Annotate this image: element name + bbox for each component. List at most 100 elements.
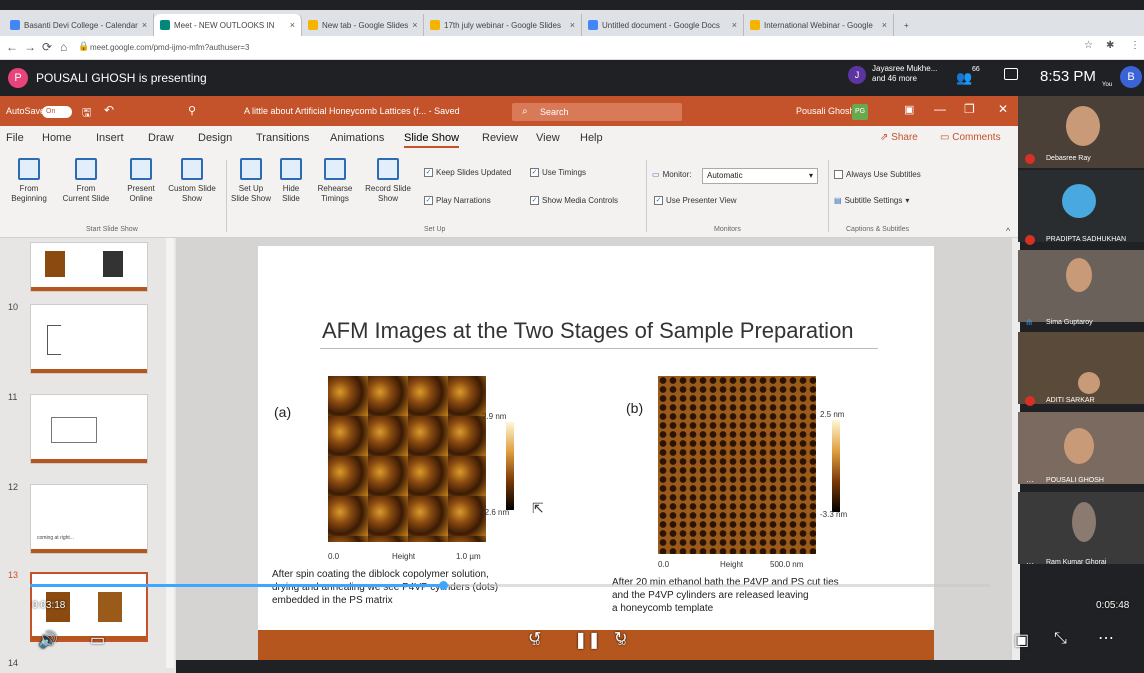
close-tab-icon[interactable]: ×: [882, 20, 887, 30]
close-icon[interactable]: ✕: [998, 102, 1008, 116]
tab-help[interactable]: Help: [580, 132, 603, 144]
present-online-button[interactable]: Present Online: [118, 158, 164, 204]
setup-slideshow-button[interactable]: Set Up Slide Show: [230, 158, 272, 204]
show-media-controls-checkbox[interactable]: ✓ Show Media Controls: [530, 196, 618, 205]
participant-tile[interactable]: [1018, 332, 1144, 404]
browser-tab[interactable]: Meet - NEW OUTLOOKS IN ×: [154, 14, 302, 36]
thumbnail-slide-11[interactable]: [30, 394, 148, 464]
more-icon[interactable]: ···: [1026, 477, 1034, 486]
checkbox-checked-icon: ✓: [424, 196, 433, 205]
caption-a: After spin coating the diblock copolymer…: [272, 568, 498, 607]
undo-icon[interactable]: ↶: [104, 103, 114, 117]
record-slideshow-button[interactable]: Record Slide Show: [360, 158, 416, 204]
tab-view[interactable]: View: [536, 132, 560, 144]
use-timings-checkbox[interactable]: ✓ Use Timings: [530, 168, 586, 177]
more-options-icon[interactable]: ⋯: [1098, 628, 1114, 648]
minimize-icon[interactable]: —: [934, 102, 946, 116]
custom-show-button[interactable]: Custom Slide Show: [164, 158, 220, 204]
video-progress-fill: [30, 584, 443, 587]
always-subtitles-checkbox[interactable]: Always Use Subtitles: [834, 170, 921, 179]
rehearse-label-1: Rehearse: [317, 184, 353, 193]
captions-icon[interactable]: ▭: [90, 630, 105, 650]
participant-tile[interactable]: [1018, 250, 1144, 322]
chat-icon[interactable]: [1004, 68, 1018, 80]
document-title[interactable]: A little about Artificial Honeycomb Latt…: [244, 106, 460, 116]
from-beginning-button[interactable]: From Beginning: [4, 158, 54, 204]
back-arrow-icon[interactable]: ←: [6, 40, 18, 54]
share-button[interactable]: ⇗ Share: [880, 132, 918, 143]
volume-icon[interactable]: 🔊: [38, 630, 58, 650]
caption-a-line: After spin coating the diblock copolymer…: [272, 569, 489, 580]
thumbnail-scrollbar[interactable]: [166, 238, 174, 668]
hide-slide-button[interactable]: Hide Slide: [274, 158, 308, 204]
browser-tab[interactable]: New tab - Google Slides ×: [302, 14, 424, 36]
reload-icon[interactable]: ⟳: [42, 40, 52, 54]
presenter-view-checkbox[interactable]: ✓ Use Presenter View: [654, 196, 737, 205]
close-tab-icon[interactable]: ×: [732, 20, 737, 30]
close-tab-icon[interactable]: ×: [142, 20, 147, 30]
more-icon[interactable]: ···: [1026, 559, 1034, 568]
maximize-icon[interactable]: ❐: [964, 102, 975, 116]
play-narrations-checkbox[interactable]: ✓ Play Narrations: [424, 196, 491, 205]
speaking-icon: ılı: [1026, 318, 1033, 327]
new-tab-button[interactable]: +: [898, 14, 915, 36]
extensions-icon[interactable]: ✱: [1106, 40, 1114, 51]
from-current-button[interactable]: From Current Slide: [58, 158, 114, 204]
exit-fullscreen-icon[interactable]: ⤡: [1054, 630, 1067, 648]
tab-transitions[interactable]: Transitions: [256, 132, 309, 144]
autosave-toggle[interactable]: On: [42, 106, 72, 118]
forward-arrow-icon[interactable]: →: [24, 40, 36, 54]
customize-icon[interactable]: ⚲: [188, 104, 196, 117]
rehearse-timings-button[interactable]: Rehearse Timings: [310, 158, 360, 204]
menu-dots-icon[interactable]: ⋮: [1130, 40, 1140, 51]
people-icon[interactable]: 👥: [956, 70, 972, 86]
self-avatar[interactable]: B: [1120, 66, 1142, 88]
tab-slide-show[interactable]: Slide Show: [404, 132, 460, 148]
participant-tile[interactable]: [1018, 412, 1144, 484]
close-tab-icon[interactable]: ×: [412, 20, 417, 30]
scale-b-min: -3.3 nm: [820, 510, 848, 519]
tab-home[interactable]: Home: [42, 132, 71, 144]
close-tab-icon[interactable]: ×: [570, 20, 575, 30]
thumbnail-slide-12[interactable]: coming at right...: [30, 484, 148, 554]
others-summary[interactable]: Jayasree Mukhe... and 46 more: [872, 64, 937, 84]
subtitle-settings-button[interactable]: ▤ Subtitle Settings ▾: [834, 196, 909, 205]
play-narrations-label: Play Narrations: [436, 196, 491, 205]
thumbnail-image: [103, 251, 123, 277]
browser-tab[interactable]: Basanti Devi College - Calendar ×: [4, 14, 154, 36]
browser-tab[interactable]: International Webinar - Google ×: [744, 14, 894, 36]
url-field[interactable]: meet.google.com/pmd-ijmo-mfm?authuser=3: [90, 40, 249, 56]
comments-label: Comments: [952, 132, 1001, 143]
thumbnail-slide-10[interactable]: [30, 304, 148, 374]
participant-tile[interactable]: [1018, 492, 1144, 564]
pause-icon[interactable]: ❚❚: [574, 630, 601, 650]
participant-tile[interactable]: [1018, 170, 1144, 242]
ribbon-display-icon[interactable]: ▣: [904, 103, 914, 116]
star-icon[interactable]: ☆: [1084, 40, 1093, 51]
video-scrubber[interactable]: [438, 581, 448, 590]
participant-video: [1072, 502, 1096, 542]
search-box[interactable]: ⌕ Search: [512, 103, 682, 121]
save-icon[interactable]: 🖫: [82, 104, 91, 123]
participant-avatar: [1062, 184, 1096, 218]
monitor-select[interactable]: Automatic ▾: [702, 168, 818, 184]
tab-animations[interactable]: Animations: [330, 132, 384, 144]
miniplayer-icon[interactable]: ▣: [1014, 630, 1029, 650]
tab-file[interactable]: File: [6, 132, 24, 144]
setup-icon: [240, 158, 262, 180]
tab-draw[interactable]: Draw: [148, 132, 174, 144]
tab-insert[interactable]: Insert: [96, 132, 124, 144]
thumbnail-slide-9[interactable]: [30, 242, 148, 292]
close-tab-icon[interactable]: ×: [290, 20, 295, 30]
comments-button[interactable]: ▭ Comments: [940, 132, 1001, 143]
tab-review[interactable]: Review: [482, 132, 518, 144]
record-icon: [377, 158, 399, 180]
present-online-icon: [130, 158, 152, 180]
keep-slides-updated-checkbox[interactable]: ✓ Keep Slides Updated: [424, 168, 511, 177]
collapse-ribbon-icon[interactable]: ^: [1006, 226, 1010, 236]
browser-tab[interactable]: Untitled document - Google Docs ×: [582, 14, 744, 36]
browser-tab[interactable]: 17th july webinar - Google Slides ×: [424, 14, 582, 36]
tab-design[interactable]: Design: [198, 132, 232, 144]
home-icon[interactable]: ⌂: [60, 40, 67, 54]
user-badge[interactable]: PG: [852, 104, 868, 120]
